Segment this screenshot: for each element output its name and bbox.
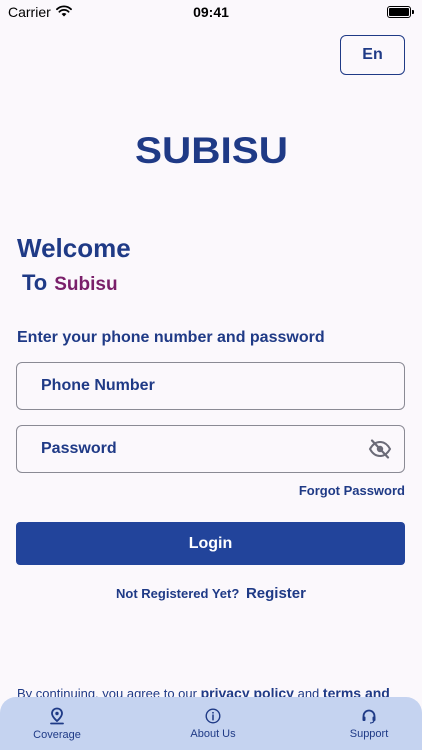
logo-text: SUBISU (135, 134, 288, 166)
nav-label-about: About Us (190, 727, 236, 740)
register-row: Not Registered Yet? Register (0, 585, 422, 602)
status-bar: Carrier 09:41 (0, 0, 422, 24)
carrier-group: Carrier (8, 4, 72, 20)
login-button[interactable]: Login (16, 522, 405, 565)
info-icon (205, 707, 221, 724)
nav-label-support: Support (349, 727, 389, 740)
register-link[interactable]: Register (246, 585, 306, 602)
headset-icon (361, 708, 377, 724)
phone-field[interactable] (16, 362, 405, 410)
welcome-title: Welcome (17, 233, 131, 263)
welcome-to: To (22, 270, 48, 295)
password-field[interactable] (16, 425, 405, 473)
wifi-icon (55, 4, 72, 20)
nav-item-about[interactable]: About Us (178, 707, 248, 740)
nav-item-coverage[interactable]: Coverage (22, 707, 92, 741)
password-input[interactable] (41, 440, 368, 458)
language-button[interactable]: En (340, 35, 405, 75)
bottom-nav: Coverage About Us Support (0, 697, 422, 750)
subisu-logo: SUBISU (134, 134, 289, 166)
eye-off-icon[interactable] (368, 437, 392, 461)
phone-input[interactable] (41, 377, 392, 395)
welcome-subtitle: To Subisu (22, 270, 118, 296)
location-pin-icon (49, 707, 65, 725)
nav-item-support[interactable]: Support (334, 708, 404, 740)
nav-label-coverage: Coverage (33, 728, 81, 741)
login-instruction: Enter your phone number and password (17, 329, 325, 346)
not-registered-text: Not Registered Yet? (116, 586, 240, 601)
welcome-brand: Subisu (54, 274, 118, 295)
battery-icon (387, 6, 414, 18)
carrier-label: Carrier (8, 4, 51, 20)
forgot-password-link[interactable]: Forgot Password (299, 483, 405, 498)
